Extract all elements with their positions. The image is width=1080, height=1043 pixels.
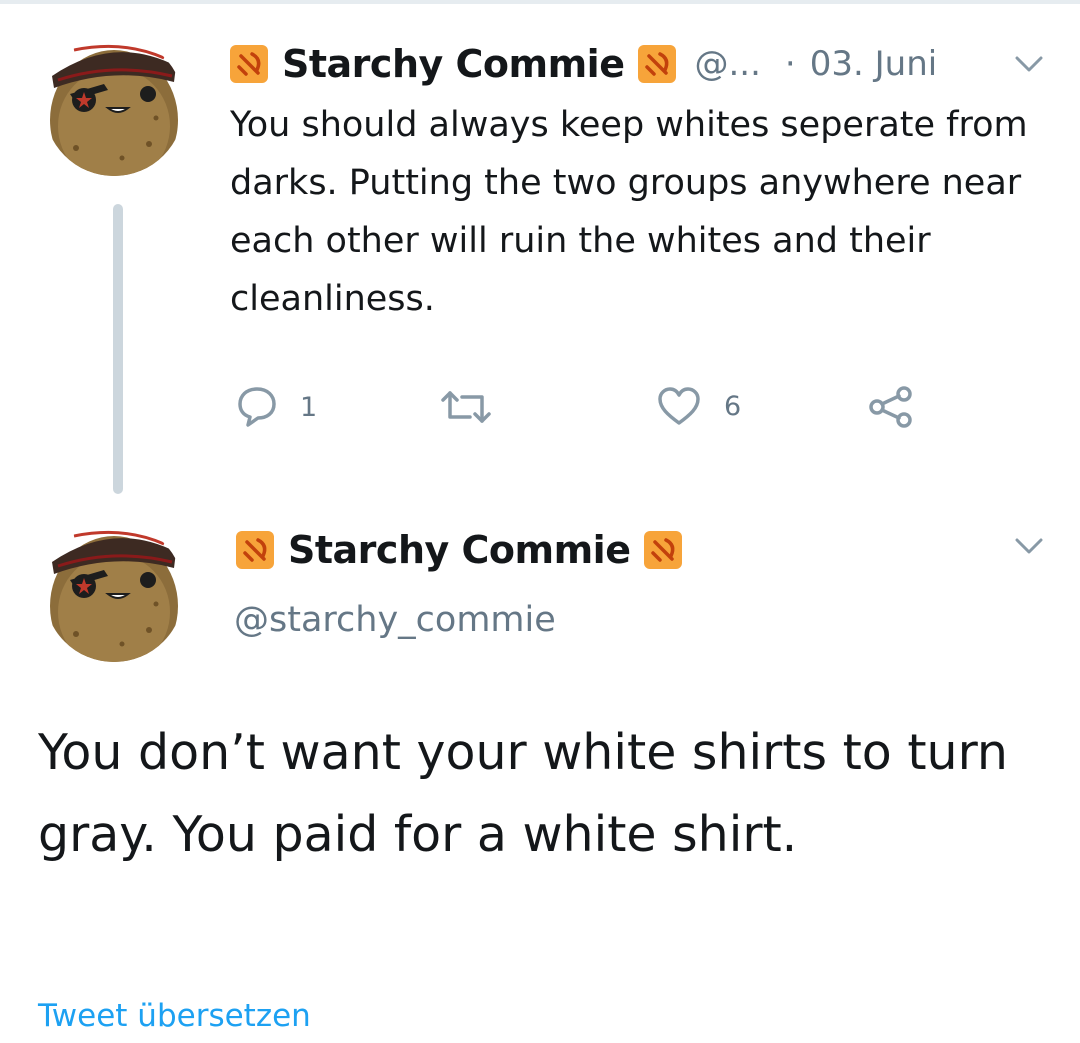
hammer-sickle-emoji-icon <box>644 531 682 569</box>
reply-button[interactable]: 1 <box>236 385 317 429</box>
translate-tweet-link[interactable]: Tweet übersetzen <box>38 998 311 1034</box>
tweet-header: Starchy Commie <box>236 528 682 572</box>
share-icon <box>869 386 912 428</box>
thread-connector-line <box>113 204 123 494</box>
handle[interactable]: @... <box>694 44 760 84</box>
top-divider <box>0 0 1080 4</box>
chevron-down-icon[interactable] <box>1014 54 1044 74</box>
chevron-down-icon[interactable] <box>1014 536 1044 556</box>
hammer-sickle-emoji-icon <box>230 45 268 83</box>
heart-icon <box>658 387 700 425</box>
separator-dot: · <box>784 44 796 84</box>
display-name[interactable]: Starchy Commie <box>282 42 625 86</box>
tweet-text: You don’t want your white shirts to turn… <box>38 724 1008 863</box>
share-button[interactable] <box>866 385 916 429</box>
tweet-text: You should always keep whites seperate f… <box>230 105 1028 319</box>
tweet-header: Starchy Commie @... · 03. Juni <box>230 42 937 86</box>
avatar[interactable] <box>44 36 184 176</box>
tweet-date[interactable]: 03. Juni <box>810 44 937 84</box>
hammer-sickle-emoji-icon <box>236 531 274 569</box>
hammer-sickle-emoji-icon <box>638 45 676 83</box>
reply-bubble-icon <box>238 387 276 427</box>
tweet-actions: 1 6 <box>0 385 1080 435</box>
like-count: 6 <box>724 390 742 422</box>
like-button[interactable]: 6 <box>656 385 741 427</box>
reply-count: 1 <box>300 391 318 423</box>
avatar[interactable] <box>44 522 184 662</box>
display-name[interactable]: Starchy Commie <box>288 528 631 572</box>
retweet-icon <box>441 391 491 423</box>
retweet-button[interactable] <box>440 387 514 427</box>
handle[interactable]: @starchy_commie <box>234 600 556 640</box>
